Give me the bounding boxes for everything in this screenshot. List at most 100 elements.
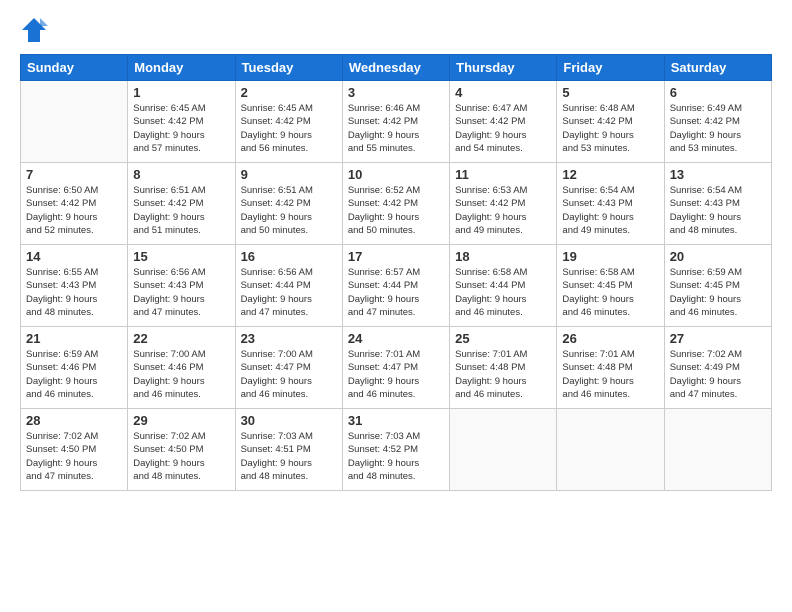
day-info: Sunrise: 6:54 AM Sunset: 4:43 PM Dayligh…: [562, 184, 658, 237]
calendar-cell: 23 Sunrise: 7:00 AM Sunset: 4:47 PM Dayli…: [235, 327, 342, 409]
day-number: 6: [670, 85, 766, 100]
calendar-cell: [664, 409, 771, 491]
day-info: Sunrise: 7:01 AM Sunset: 4:48 PM Dayligh…: [455, 348, 551, 401]
day-number: 4: [455, 85, 551, 100]
weekday-header-tuesday: Tuesday: [235, 55, 342, 81]
weekday-header-wednesday: Wednesday: [342, 55, 449, 81]
day-number: 7: [26, 167, 122, 182]
day-info: Sunrise: 6:45 AM Sunset: 4:42 PM Dayligh…: [133, 102, 229, 155]
day-number: 16: [241, 249, 337, 264]
day-info: Sunrise: 6:51 AM Sunset: 4:42 PM Dayligh…: [241, 184, 337, 237]
weekday-header-friday: Friday: [557, 55, 664, 81]
weekday-header-row: SundayMondayTuesdayWednesdayThursdayFrid…: [21, 55, 772, 81]
day-info: Sunrise: 7:00 AM Sunset: 4:47 PM Dayligh…: [241, 348, 337, 401]
calendar-cell: 9 Sunrise: 6:51 AM Sunset: 4:42 PM Daylig…: [235, 163, 342, 245]
day-number: 2: [241, 85, 337, 100]
calendar-cell: 3 Sunrise: 6:46 AM Sunset: 4:42 PM Daylig…: [342, 81, 449, 163]
calendar-cell: 2 Sunrise: 6:45 AM Sunset: 4:42 PM Daylig…: [235, 81, 342, 163]
day-info: Sunrise: 7:02 AM Sunset: 4:50 PM Dayligh…: [26, 430, 122, 483]
calendar-cell: 20 Sunrise: 6:59 AM Sunset: 4:45 PM Dayli…: [664, 245, 771, 327]
calendar-cell: 27Sunrise: 7:02 AM Sunset: 4:49 PM Dayli…: [664, 327, 771, 409]
day-info: Sunrise: 7:01 AM Sunset: 4:48 PM Dayligh…: [562, 348, 658, 401]
day-info: Sunrise: 6:54 AM Sunset: 4:43 PM Dayligh…: [670, 184, 766, 237]
day-number: 5: [562, 85, 658, 100]
calendar-cell: 14Sunrise: 6:55 AM Sunset: 4:43 PM Dayli…: [21, 245, 128, 327]
day-info: Sunrise: 6:46 AM Sunset: 4:42 PM Dayligh…: [348, 102, 444, 155]
day-number: 24: [348, 331, 444, 346]
day-info: Sunrise: 7:02 AM Sunset: 4:50 PM Dayligh…: [133, 430, 229, 483]
day-info: Sunrise: 6:49 AM Sunset: 4:42 PM Dayligh…: [670, 102, 766, 155]
day-number: 30: [241, 413, 337, 428]
day-number: 3: [348, 85, 444, 100]
day-number: 19: [562, 249, 658, 264]
calendar-cell: 19 Sunrise: 6:58 AM Sunset: 4:45 PM Dayli…: [557, 245, 664, 327]
calendar-week-2: 14Sunrise: 6:55 AM Sunset: 4:43 PM Dayli…: [21, 245, 772, 327]
calendar-cell: 31 Sunrise: 7:03 AM Sunset: 4:52 PM Dayli…: [342, 409, 449, 491]
day-info: Sunrise: 6:48 AM Sunset: 4:42 PM Dayligh…: [562, 102, 658, 155]
logo-icon: [20, 16, 48, 44]
day-number: 1: [133, 85, 229, 100]
day-number: 9: [241, 167, 337, 182]
day-info: Sunrise: 6:45 AM Sunset: 4:42 PM Dayligh…: [241, 102, 337, 155]
calendar-cell: 24 Sunrise: 7:01 AM Sunset: 4:47 PM Dayli…: [342, 327, 449, 409]
day-info: Sunrise: 7:03 AM Sunset: 4:52 PM Dayligh…: [348, 430, 444, 483]
calendar-cell: 29 Sunrise: 7:02 AM Sunset: 4:50 PM Dayli…: [128, 409, 235, 491]
day-info: Sunrise: 6:58 AM Sunset: 4:45 PM Dayligh…: [562, 266, 658, 319]
day-info: Sunrise: 7:02 AM Sunset: 4:49 PM Dayligh…: [670, 348, 766, 401]
day-info: Sunrise: 6:59 AM Sunset: 4:45 PM Dayligh…: [670, 266, 766, 319]
weekday-header-saturday: Saturday: [664, 55, 771, 81]
calendar-cell: 7 Sunrise: 6:50 AM Sunset: 4:42 PM Daylig…: [21, 163, 128, 245]
day-number: 10: [348, 167, 444, 182]
calendar-cell: 26Sunrise: 7:01 AM Sunset: 4:48 PM Dayli…: [557, 327, 664, 409]
calendar-cell: 21 Sunrise: 6:59 AM Sunset: 4:46 PM Dayli…: [21, 327, 128, 409]
calendar-cell: 13 Sunrise: 6:54 AM Sunset: 4:43 PM Dayli…: [664, 163, 771, 245]
calendar-cell: 25Sunrise: 7:01 AM Sunset: 4:48 PM Dayli…: [450, 327, 557, 409]
calendar-cell: 22 Sunrise: 7:00 AM Sunset: 4:46 PM Dayli…: [128, 327, 235, 409]
calendar-cell: 6 Sunrise: 6:49 AM Sunset: 4:42 PM Daylig…: [664, 81, 771, 163]
calendar-cell: 5 Sunrise: 6:48 AM Sunset: 4:42 PM Daylig…: [557, 81, 664, 163]
day-number: 22: [133, 331, 229, 346]
header: [20, 16, 772, 44]
day-info: Sunrise: 6:56 AM Sunset: 4:44 PM Dayligh…: [241, 266, 337, 319]
day-info: Sunrise: 7:03 AM Sunset: 4:51 PM Dayligh…: [241, 430, 337, 483]
calendar-week-0: 1 Sunrise: 6:45 AM Sunset: 4:42 PM Daylig…: [21, 81, 772, 163]
day-info: Sunrise: 6:51 AM Sunset: 4:42 PM Dayligh…: [133, 184, 229, 237]
day-number: 13: [670, 167, 766, 182]
day-number: 23: [241, 331, 337, 346]
calendar-week-4: 28 Sunrise: 7:02 AM Sunset: 4:50 PM Dayli…: [21, 409, 772, 491]
calendar-cell: [557, 409, 664, 491]
calendar-cell: 17Sunrise: 6:57 AM Sunset: 4:44 PM Dayli…: [342, 245, 449, 327]
day-number: 15: [133, 249, 229, 264]
day-info: Sunrise: 7:00 AM Sunset: 4:46 PM Dayligh…: [133, 348, 229, 401]
calendar-week-3: 21 Sunrise: 6:59 AM Sunset: 4:46 PM Dayli…: [21, 327, 772, 409]
calendar-cell: 8 Sunrise: 6:51 AM Sunset: 4:42 PM Daylig…: [128, 163, 235, 245]
day-number: 28: [26, 413, 122, 428]
calendar-cell: 28 Sunrise: 7:02 AM Sunset: 4:50 PM Dayli…: [21, 409, 128, 491]
day-info: Sunrise: 6:58 AM Sunset: 4:44 PM Dayligh…: [455, 266, 551, 319]
day-number: 20: [670, 249, 766, 264]
day-number: 8: [133, 167, 229, 182]
day-info: Sunrise: 6:56 AM Sunset: 4:43 PM Dayligh…: [133, 266, 229, 319]
weekday-header-sunday: Sunday: [21, 55, 128, 81]
day-info: Sunrise: 6:57 AM Sunset: 4:44 PM Dayligh…: [348, 266, 444, 319]
day-number: 14: [26, 249, 122, 264]
day-number: 31: [348, 413, 444, 428]
day-info: Sunrise: 6:52 AM Sunset: 4:42 PM Dayligh…: [348, 184, 444, 237]
day-info: Sunrise: 6:59 AM Sunset: 4:46 PM Dayligh…: [26, 348, 122, 401]
page: SundayMondayTuesdayWednesdayThursdayFrid…: [0, 0, 792, 612]
calendar-cell: 15 Sunrise: 6:56 AM Sunset: 4:43 PM Dayli…: [128, 245, 235, 327]
calendar-cell: [21, 81, 128, 163]
weekday-header-thursday: Thursday: [450, 55, 557, 81]
calendar-cell: 18 Sunrise: 6:58 AM Sunset: 4:44 PM Dayli…: [450, 245, 557, 327]
day-info: Sunrise: 6:50 AM Sunset: 4:42 PM Dayligh…: [26, 184, 122, 237]
day-number: 18: [455, 249, 551, 264]
calendar-table: SundayMondayTuesdayWednesdayThursdayFrid…: [20, 54, 772, 491]
day-info: Sunrise: 6:47 AM Sunset: 4:42 PM Dayligh…: [455, 102, 551, 155]
calendar-cell: [450, 409, 557, 491]
calendar-cell: 12Sunrise: 6:54 AM Sunset: 4:43 PM Dayli…: [557, 163, 664, 245]
calendar-cell: 11Sunrise: 6:53 AM Sunset: 4:42 PM Dayli…: [450, 163, 557, 245]
calendar-cell: 10 Sunrise: 6:52 AM Sunset: 4:42 PM Dayli…: [342, 163, 449, 245]
day-number: 21: [26, 331, 122, 346]
day-number: 29: [133, 413, 229, 428]
day-info: Sunrise: 7:01 AM Sunset: 4:47 PM Dayligh…: [348, 348, 444, 401]
